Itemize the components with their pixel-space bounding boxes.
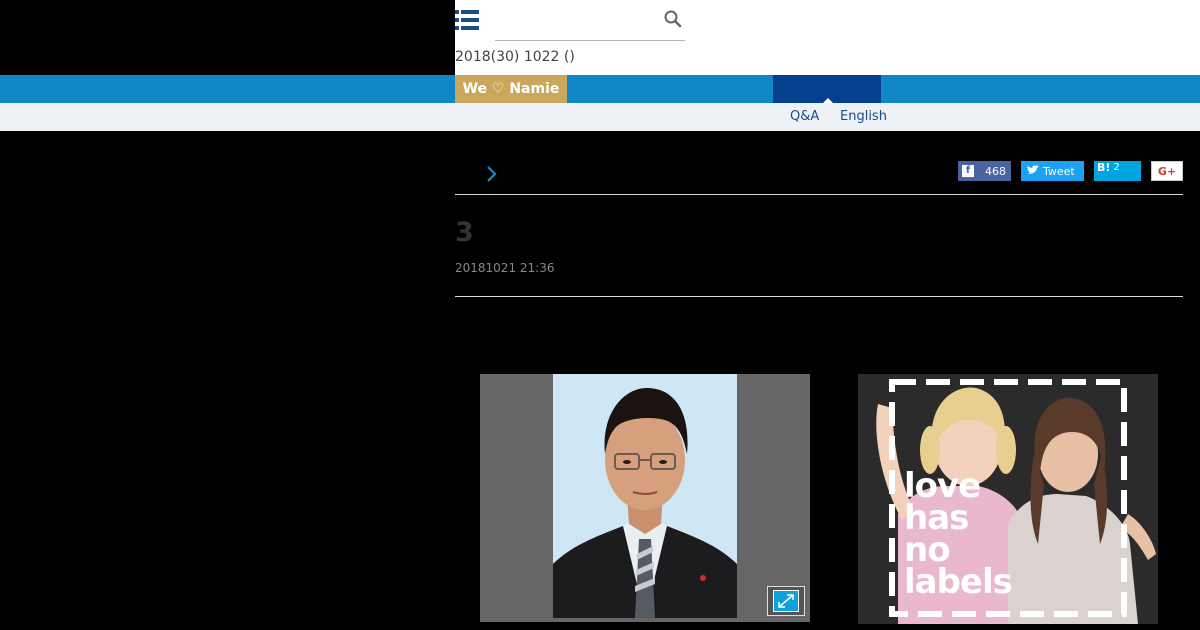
search-field[interactable] [495,4,685,41]
tweet-button[interactable]: Tweet [1021,161,1084,181]
article-photo-frame [480,374,810,622]
hamburger-menu-icon[interactable] [455,8,479,32]
expand-icon [773,590,799,612]
left-blackout-area [0,0,455,75]
search-icon[interactable] [663,9,683,29]
search-input[interactable] [495,4,655,34]
hatena-bookmark-button[interactable]: B! 2 [1094,161,1141,181]
subnav-qa-link[interactable]: Q&A [790,109,819,124]
article-title: 3 [455,217,474,248]
facebook-share-button[interactable]: f 468 [958,161,1011,181]
hatena-bookmark-count: 2 [1113,162,1120,173]
portrait-photo [553,374,737,618]
nav-we-namie[interactable]: We ♡ Namie [455,75,567,103]
hatena-bookmark-icon: B! [1097,161,1111,174]
ad-text-line: labels [904,562,1013,602]
tweet-label: Tweet [1043,164,1075,178]
facebook-share-count: 468 [985,164,1006,178]
divider [455,296,1183,297]
main-nav-bar: We ♡ Namie [0,75,1200,103]
expand-image-button[interactable] [767,586,805,616]
chevron-right-icon[interactable] [484,165,498,183]
divider [455,194,1183,195]
advertisement-banner[interactable]: love has no labels [858,374,1158,624]
subnav-english-link[interactable]: English [840,109,887,124]
google-plus-icon: G+ [1157,164,1177,178]
facebook-icon: f [962,165,974,177]
article-date: 20181021 21:36 [455,261,555,275]
ad-headline: love has no labels [904,469,1013,602]
date-line: 2018(30) 1022 () [455,49,575,65]
twitter-icon [1027,164,1039,178]
sub-nav-bar: Q&A English [0,103,1200,131]
google-plus-share-button[interactable]: G+ [1151,161,1183,181]
nav-item-active[interactable] [773,75,881,103]
